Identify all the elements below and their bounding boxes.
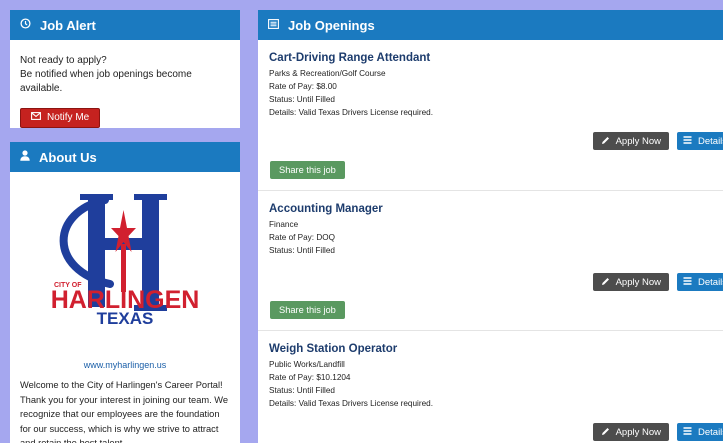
job-listing: Cart-Driving Range Attendant Parks & Rec… bbox=[258, 40, 723, 191]
job-alert-panel: Job Alert Not ready to apply? Be notifie… bbox=[10, 10, 240, 128]
about-us-panel: About Us CITY OF HARLINGEN TEXAS www.myh… bbox=[10, 142, 240, 443]
notify-me-label: Notify Me bbox=[47, 112, 90, 123]
job-rate: Rate of Pay: DOQ bbox=[269, 233, 335, 242]
list-icon bbox=[683, 136, 692, 146]
job-details-text: Details: Valid Texas Drivers License req… bbox=[269, 399, 433, 408]
job-alert-title: Job Alert bbox=[40, 17, 96, 33]
job-rate: Rate of Pay: $8.00 bbox=[269, 82, 337, 91]
about-us-header: About Us bbox=[10, 142, 240, 172]
job-details-text: Details: Valid Texas Drivers License req… bbox=[269, 108, 433, 117]
job-rate: Rate of Pay: $10.1204 bbox=[269, 373, 351, 382]
about-us-text: Welcome to the City of Harlingen's Caree… bbox=[20, 380, 229, 443]
job-department: Finance bbox=[269, 220, 299, 229]
job-alert-line2: Be notified when job openings become ava… bbox=[20, 69, 192, 94]
apply-now-button[interactable]: Apply Now bbox=[592, 273, 669, 291]
pencil-icon bbox=[601, 427, 610, 438]
job-alert-line1: Not ready to apply? bbox=[20, 55, 107, 66]
list-icon bbox=[268, 18, 279, 32]
clock-icon bbox=[20, 18, 31, 32]
job-title[interactable]: Weigh Station Operator bbox=[269, 343, 723, 355]
list-icon bbox=[683, 277, 692, 287]
job-department: Parks & Recreation/Golf Course bbox=[269, 69, 386, 78]
job-status: Status: Until Filled bbox=[269, 386, 335, 395]
job-department: Public Works/Landfill bbox=[269, 360, 345, 369]
job-status: Status: Until Filled bbox=[269, 95, 335, 104]
job-listing: Weigh Station Operator Public Works/Land… bbox=[258, 331, 723, 443]
details-label: Details bbox=[698, 135, 723, 147]
pencil-icon bbox=[601, 277, 610, 288]
job-alert-header: Job Alert bbox=[10, 10, 240, 40]
job-openings-panel: Job Openings Cart-Driving Range Attendan… bbox=[258, 10, 723, 443]
job-title[interactable]: Cart-Driving Range Attendant bbox=[269, 52, 723, 64]
job-openings-header: Job Openings bbox=[258, 10, 723, 40]
details-button[interactable]: Details bbox=[677, 423, 723, 441]
envelope-icon bbox=[31, 111, 41, 125]
job-status: Status: Until Filled bbox=[269, 246, 335, 255]
details-button[interactable]: Details bbox=[677, 273, 723, 291]
notify-me-button[interactable]: Notify Me bbox=[20, 108, 101, 128]
city-logo: CITY OF HARLINGEN TEXAS bbox=[10, 172, 240, 352]
job-listing: Accounting Manager Finance Rate of Pay: … bbox=[258, 191, 723, 331]
apply-now-button[interactable]: Apply Now bbox=[592, 132, 669, 150]
pencil-icon bbox=[601, 136, 610, 147]
details-label: Details bbox=[698, 426, 723, 438]
user-icon bbox=[20, 150, 30, 164]
job-title[interactable]: Accounting Manager bbox=[269, 203, 723, 215]
details-button[interactable]: Details bbox=[677, 132, 723, 150]
share-job-button[interactable]: Share this job bbox=[270, 301, 345, 319]
website-link[interactable]: www.myharlingen.us bbox=[10, 360, 240, 370]
about-us-title: About Us bbox=[39, 149, 97, 165]
details-label: Details bbox=[698, 276, 723, 288]
list-icon bbox=[683, 427, 692, 437]
share-job-button[interactable]: Share this job bbox=[270, 161, 345, 179]
apply-now-label: Apply Now bbox=[615, 135, 661, 147]
apply-now-button[interactable]: Apply Now bbox=[592, 423, 669, 441]
apply-now-label: Apply Now bbox=[615, 426, 661, 438]
apply-now-label: Apply Now bbox=[615, 276, 661, 288]
logo-texas: TEXAS bbox=[96, 309, 154, 328]
job-openings-title: Job Openings bbox=[288, 17, 375, 33]
